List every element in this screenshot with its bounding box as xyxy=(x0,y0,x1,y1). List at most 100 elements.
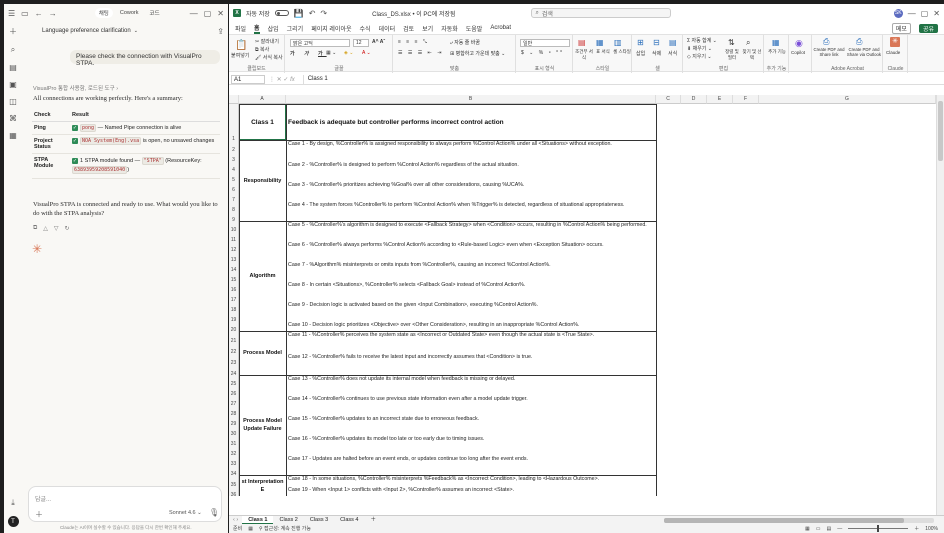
microphone-icon[interactable]: 🎙 xyxy=(209,508,219,517)
case-cell[interactable]: Case 17 - Updates are halted before an e… xyxy=(288,456,528,462)
code-icon[interactable]: ⌘ xyxy=(9,114,17,123)
thumbs-down-icon[interactable]: ▽ xyxy=(54,225,59,232)
category-cell[interactable]: Responsibility xyxy=(239,140,286,221)
new-chat-icon[interactable]: ＋ xyxy=(9,26,17,37)
copy-icon[interactable]: ⧉ xyxy=(33,225,37,232)
case-cell[interactable]: Case 2 - %Controller% is designed to per… xyxy=(288,162,519,168)
close-icon[interactable]: ✕ xyxy=(217,9,224,18)
select-all-corner[interactable] xyxy=(229,95,239,104)
row-header[interactable]: 7 xyxy=(229,191,239,203)
case-cell[interactable]: Case 14 - %Controller% continues to use … xyxy=(288,396,528,402)
row-header[interactable]: 8 xyxy=(229,201,239,213)
case-cell[interactable]: Case 7 - %Algorithm% misinterprets or om… xyxy=(288,262,551,268)
retry-icon[interactable]: ↻ xyxy=(65,225,70,232)
autosum-button[interactable]: Σ 자동 합계 ⌄ xyxy=(687,37,717,44)
row-header[interactable]: 18 xyxy=(229,301,239,313)
cell-style-button[interactable]: 셀 스타일 xyxy=(613,49,631,55)
menu-formulas[interactable]: 수식 xyxy=(360,24,371,33)
menu-help[interactable]: 도움말 xyxy=(466,24,483,33)
row-header[interactable]: 28 xyxy=(229,405,239,417)
menu-acrobat[interactable]: Acrobat xyxy=(490,25,511,31)
claude-addin-icon[interactable]: ✳ xyxy=(890,37,900,47)
minimize-icon[interactable]: — xyxy=(908,9,916,18)
font-name-select[interactable]: 맑은 고딕 xyxy=(290,39,350,47)
sort-filter-button[interactable]: 정렬 및 필터 xyxy=(723,49,741,61)
search-box[interactable]: ⌕ 검색 xyxy=(530,8,671,18)
claude-addin-button[interactable]: Claude xyxy=(886,50,900,55)
row-header[interactable]: 20 xyxy=(229,321,239,333)
addins-icon[interactable]: ▦ xyxy=(772,38,780,47)
menu-review[interactable]: 검토 xyxy=(403,24,414,33)
message-input[interactable]: 답글... xyxy=(35,494,51,503)
format-cells-icon[interactable]: ▤ xyxy=(669,38,677,47)
comments-button[interactable]: 메모 xyxy=(891,22,911,34)
row-header[interactable]: 16 xyxy=(229,281,239,293)
sheet-nav-icons[interactable]: ‹ › xyxy=(229,517,242,523)
column-header[interactable]: A xyxy=(239,95,286,104)
insert-cells-button[interactable]: 삽입 xyxy=(636,50,645,57)
chevron-down-icon[interactable]: ⌄ xyxy=(134,28,138,34)
case-cell[interactable]: Case 11 - %Controller% perceives the sys… xyxy=(288,332,594,338)
row-header[interactable]: 32 xyxy=(229,445,239,457)
horizontal-align-icons[interactable]: ☰ ☰ ☰ ⇤ ⇥ xyxy=(398,50,443,56)
case-cell[interactable]: Case 13 - %Controller% does not update i… xyxy=(288,376,515,382)
category-cell[interactable]: Algorithm xyxy=(239,221,286,331)
case-cell[interactable]: Case 18 - In some situations, %Controlle… xyxy=(288,476,599,482)
row-header[interactable]: 33 xyxy=(229,455,239,467)
addins-button[interactable]: 추가 기능 xyxy=(767,49,787,55)
category-cell[interactable]: st Interpretation E xyxy=(239,475,286,496)
number-format-select[interactable]: 일반 xyxy=(520,39,570,47)
case-cell[interactable]: Case 6 - %Controller% always performs %C… xyxy=(288,242,604,248)
row-header[interactable]: 1 xyxy=(229,104,239,142)
row-header[interactable]: 25 xyxy=(229,375,239,387)
row-header[interactable]: 6 xyxy=(229,181,239,193)
name-box[interactable]: A1 xyxy=(231,74,265,84)
case-cell[interactable]: Case 3 - %Controller% prioritizes achiev… xyxy=(288,182,524,188)
table-format-icon[interactable]: ▦ xyxy=(596,38,604,47)
row-header[interactable]: 19 xyxy=(229,311,239,323)
download-icon[interactable]: ⤓ xyxy=(11,498,15,508)
undo-icon[interactable]: ↶ xyxy=(309,9,316,18)
copilot-button[interactable]: Copilot xyxy=(791,50,805,55)
apps-icon[interactable]: ▦ xyxy=(9,131,17,140)
menu-view[interactable]: 보기 xyxy=(422,24,433,33)
tool-use-label[interactable]: VisualPro 통합 사용함, 로드된 도구 › xyxy=(33,84,118,92)
create-pdf-share-button[interactable]: Create PDF and Share link xyxy=(813,47,845,57)
find-select-icon[interactable]: ⌕ xyxy=(746,38,750,48)
view-page-break-icon[interactable]: ▤ xyxy=(826,526,831,532)
paste-button[interactable]: 붙여넣기 xyxy=(231,52,249,59)
case-cell[interactable]: Case 19 - When <Input 1> conflicts with … xyxy=(288,487,514,493)
forward-icon[interactable]: → xyxy=(49,9,57,18)
wrap-text-button[interactable]: ⤶ 자동 줄 바꿈 xyxy=(450,39,480,46)
insert-cells-icon[interactable]: ⊞ xyxy=(637,38,644,47)
back-icon[interactable]: ← xyxy=(35,9,43,18)
copilot-icon[interactable]: ◉ xyxy=(795,38,803,49)
zoom-slider[interactable] xyxy=(848,525,909,532)
menu-data[interactable]: 데이터 xyxy=(379,24,396,33)
paste-icon[interactable]: 📋 xyxy=(235,40,247,51)
model-selector[interactable]: Sonnet 4.6 ⌄ xyxy=(169,510,202,516)
row-header[interactable]: 15 xyxy=(229,271,239,283)
row-header[interactable]: 12 xyxy=(229,241,239,253)
share-button[interactable]: 공유 xyxy=(918,23,938,33)
pdf-outlook-icon[interactable]: ⎙ xyxy=(856,37,862,47)
vertical-scrollbar[interactable] xyxy=(936,95,944,515)
row-header[interactable]: 2 xyxy=(229,140,239,153)
bold-italic-underline[interactable]: 가 가 가 xyxy=(290,50,327,57)
row-header[interactable]: 5 xyxy=(229,171,239,183)
column-header[interactable]: C xyxy=(656,95,681,104)
case-cell[interactable]: Case 4 - The system forces %Controller% … xyxy=(288,202,625,208)
horizontal-scroll-thumb[interactable] xyxy=(664,517,904,523)
row-header[interactable]: 9 xyxy=(229,211,239,223)
row-header[interactable]: 23 xyxy=(229,353,239,366)
row-header[interactable]: 4 xyxy=(229,161,239,173)
menu-automate[interactable]: 자동화 xyxy=(441,24,458,33)
conditional-format-icon[interactable]: ▤ xyxy=(578,38,586,47)
case-cell[interactable]: Case 12 - %Controller% fails to receive … xyxy=(288,354,532,360)
font-size-select[interactable]: 12 xyxy=(353,39,369,47)
save-icon[interactable]: 💾 xyxy=(294,9,304,18)
format-cells-button[interactable]: 서식 xyxy=(668,50,677,57)
tab-chat[interactable]: 채팅 xyxy=(94,8,113,18)
clear-button[interactable]: ◇ 지우기 ⌄ xyxy=(687,53,712,60)
chats-icon[interactable]: ▤ xyxy=(9,63,17,72)
